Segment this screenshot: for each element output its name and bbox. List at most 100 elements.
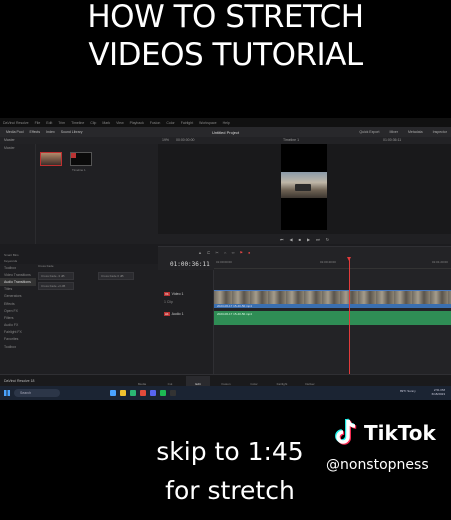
blade-tool-icon[interactable]: ✂: [215, 250, 218, 255]
fx-titles[interactable]: Titles: [0, 286, 36, 293]
track-headers: V1 Video 1 1 Clip A1 Audio 1: [158, 270, 214, 385]
skip-back-icon[interactable]: ⏮: [280, 237, 284, 242]
spotify-icon[interactable]: [160, 390, 166, 396]
loop-icon[interactable]: ↻: [326, 237, 329, 242]
stop-icon[interactable]: ■: [299, 237, 301, 242]
menu-trim[interactable]: Trim: [58, 121, 65, 125]
fx-effects[interactable]: Effects: [0, 300, 36, 307]
fx-video-transitions[interactable]: Video Transitions: [0, 271, 36, 278]
fx-toolbox[interactable]: Toolbox: [0, 264, 36, 271]
fx-fairlight-fx[interactable]: Fairlight FX: [0, 329, 36, 336]
menu-view[interactable]: View: [116, 121, 124, 125]
fx-open-fx[interactable]: Open FX: [0, 307, 36, 314]
taskbar-search[interactable]: Search: [14, 389, 60, 397]
taskbar-clock[interactable]: 2:51 PM 6/18/2023: [432, 388, 445, 396]
menu-mark[interactable]: Mark: [102, 121, 110, 125]
playhead[interactable]: [347, 257, 351, 385]
media-pool-button[interactable]: Media Pool: [6, 130, 24, 134]
page-media[interactable]: Media: [130, 376, 154, 386]
effects-button[interactable]: Effects: [30, 130, 41, 134]
effects-categories: Toolbox Video Transitions Audio Transiti…: [0, 264, 36, 350]
taskbar-weather[interactable]: 89°F Sunny: [400, 389, 416, 393]
fx-audio-transitions[interactable]: Audio Transitions: [0, 278, 36, 286]
index-button[interactable]: Index: [46, 130, 55, 134]
play-icon[interactable]: ▶: [307, 237, 310, 242]
track-a1-name[interactable]: Audio 1: [172, 312, 184, 316]
timeline-toolbar: ▲ ⊏ ✂ ∩ ∞ ⚑ ●: [158, 247, 451, 257]
trim-tool-icon[interactable]: ⊏: [207, 250, 210, 255]
menu-app[interactable]: DaVinci Resolve: [3, 121, 29, 125]
page-fairlight[interactable]: Fairlight: [270, 376, 294, 386]
bin-master[interactable]: Master: [0, 144, 35, 152]
fx-cross-fade-plus3[interactable]: Cross Fade +3 dB: [38, 282, 74, 290]
record-timecode: 01:00:36:11: [383, 138, 402, 142]
resolve-taskbar-icon[interactable]: [170, 390, 176, 396]
resolve-version-label: DaVinci Resolve 18: [4, 379, 35, 383]
fx-generators[interactable]: Generators: [0, 293, 36, 300]
taskbar-apps: [110, 390, 176, 396]
menu-clip[interactable]: Clip: [90, 121, 96, 125]
page-fusion[interactable]: Fusion: [214, 376, 238, 386]
menu-help[interactable]: Help: [223, 121, 230, 125]
menu-workspace[interactable]: Workspace: [199, 121, 216, 125]
menu-playback[interactable]: Playback: [130, 121, 144, 125]
transport-controls: ⏮ ◀ ■ ▶ ⏭ ↻: [158, 234, 451, 244]
zoom-level[interactable]: 19%: [162, 138, 169, 142]
fx-cross-fade-minus3[interactable]: Cross Fade -3 dB: [38, 272, 74, 280]
mixer-button[interactable]: Mixer: [389, 130, 398, 134]
discord-icon[interactable]: [150, 390, 156, 396]
metadata-button[interactable]: Metadata: [408, 130, 423, 134]
menu-timeline[interactable]: Timeline: [71, 121, 84, 125]
timeline-panel: ▲ ⊏ ✂ ∩ ∞ ⚑ ● 01:00:36:11 01:00:00:00 01…: [158, 246, 451, 385]
selection-tool-icon[interactable]: ▲: [198, 250, 202, 255]
link-icon[interactable]: ∞: [232, 250, 235, 255]
media-pool: Master Timeline 1 Smart Bins Keywords Co…: [0, 144, 158, 269]
tiktok-note-icon: [334, 418, 360, 448]
master-bin-label[interactable]: Master: [4, 138, 15, 142]
fx-favorites[interactable]: Favorites: [0, 336, 36, 343]
audio-clip[interactable]: 2023-06-17 15-40-50.mp4: [214, 311, 451, 325]
page-navigation: DaVinci Resolve 18 Media Cut Edit Fusion…: [0, 374, 451, 386]
ruler-tick: 01:00:00:00: [216, 260, 232, 264]
fx-cross-fade-0[interactable]: Cross Fade 0 dB: [98, 272, 134, 280]
page-deliver[interactable]: Deliver: [298, 376, 322, 386]
track-v1-clipcount: 1 Clip: [164, 300, 173, 304]
inspector-button[interactable]: Inspector: [433, 130, 447, 134]
menu-fairlight[interactable]: Fairlight: [181, 121, 193, 125]
tiktok-brand: TikTok: [364, 421, 436, 445]
viewer-timecode: 00:00:00:00: [176, 138, 195, 142]
effects-section-header: Cross Fade: [38, 264, 54, 268]
edge-icon[interactable]: [130, 390, 136, 396]
flag-icon[interactable]: ⚑: [239, 250, 243, 255]
marker-icon[interactable]: ●: [248, 250, 250, 255]
fx-audio-fx[interactable]: Audio FX: [0, 322, 36, 329]
snap-icon[interactable]: ∩: [224, 250, 227, 255]
windows-start-icon[interactable]: [4, 390, 10, 396]
media-clip-thumbnail[interactable]: [40, 152, 62, 166]
sub-toolbar: Master 19% 00:00:00:00 Timeline 1 01:00:…: [0, 137, 451, 144]
fx-filters[interactable]: Filters: [0, 314, 36, 321]
skip-forward-icon[interactable]: ⏭: [316, 237, 320, 242]
task-view-icon[interactable]: [110, 390, 116, 396]
menu-fusion[interactable]: Fusion: [150, 121, 161, 125]
menu-file[interactable]: File: [35, 121, 41, 125]
quick-export-button[interactable]: Quick Export: [359, 130, 379, 134]
chrome-icon[interactable]: [140, 390, 146, 396]
timeline-name[interactable]: Timeline 1: [283, 138, 299, 142]
menu-color[interactable]: Color: [166, 121, 174, 125]
track-v1-name[interactable]: Video 1: [172, 292, 184, 296]
track-a1-badge: A1: [164, 312, 170, 316]
timeline-thumbnail[interactable]: [70, 152, 92, 166]
file-explorer-icon[interactable]: [120, 390, 126, 396]
timeline-thumb-label: Timeline 1: [72, 168, 86, 172]
page-edit[interactable]: Edit: [186, 376, 210, 386]
page-color[interactable]: Color: [242, 376, 266, 386]
time-ruler[interactable]: 01:00:00:00 01:00:40:00 01:01:20:00: [214, 257, 451, 269]
sound-library-button[interactable]: Sound Library: [61, 130, 83, 134]
menu-edit[interactable]: Edit: [46, 121, 52, 125]
page-cut[interactable]: Cut: [158, 376, 182, 386]
fx-toolbox-2[interactable]: Toolbox: [0, 343, 36, 350]
vertical-frame: [281, 144, 327, 230]
creator-handle: @nonstopness: [326, 457, 429, 473]
reverse-icon[interactable]: ◀: [290, 237, 293, 242]
